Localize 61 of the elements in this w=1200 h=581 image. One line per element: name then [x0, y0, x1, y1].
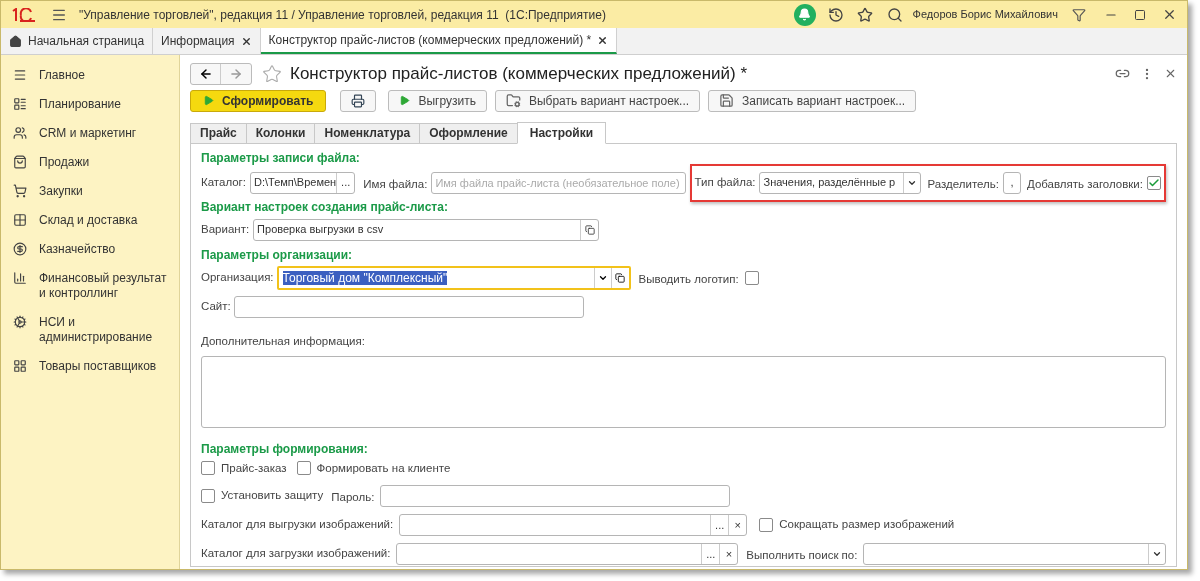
field-label: Вариант:: [201, 221, 250, 237]
sidebar-item[interactable]: Главное: [1, 61, 179, 90]
window-tab[interactable]: Информация: [153, 28, 261, 54]
form-tab[interactable]: Номенклатура: [314, 122, 421, 144]
clear-button[interactable]: ×: [719, 543, 738, 564]
form-tab[interactable]: Настройки: [516, 121, 607, 144]
sidebar-item[interactable]: Закупки: [1, 177, 179, 206]
path-field[interactable]: ... ×: [399, 513, 748, 536]
field-label: Разделитель:: [927, 177, 999, 190]
field-label: Имя файла:: [363, 177, 428, 190]
window-title: "Управление торговлей", редакция 11 / Управление торговлей, редакция 11 (1С:Предприятие): [79, 6, 606, 24]
form-tab[interactable]: Оформление: [419, 122, 518, 144]
field-label: Каталог:: [201, 174, 246, 190]
field-label: Тип файла:: [694, 174, 756, 190]
window-tab[interactable]: Конструктор прайс-листов (коммерческих предложений) *: [260, 28, 618, 54]
section-heading: Параметры организации:: [201, 246, 354, 263]
field-label: Организация:: [201, 269, 274, 285]
sidebar-item[interactable]: Продажи: [1, 148, 179, 177]
sidebar-item[interactable]: Планирование: [1, 90, 179, 119]
toolbar-button[interactable]: Записать вариант настроек...: [708, 89, 917, 112]
section-heading: Параметры формирования:: [201, 440, 369, 457]
field-label: Формировать на клиенте: [316, 460, 451, 476]
browse-button[interactable]: ...: [710, 514, 729, 535]
section-heading: Параметры записи файла:: [201, 149, 361, 166]
field-label: Выводить логотип:: [638, 272, 739, 285]
sidebar-item[interactable]: CRM и маркетинг: [1, 119, 179, 148]
sidebar-item[interactable]: НСИ и администрирование: [1, 308, 179, 352]
sidebar-item[interactable]: Товары поставщиков: [1, 352, 179, 381]
form-title: Конструктор прайс-листов (коммерческих предложений) *: [290, 63, 747, 85]
field-label: Дополнительная информация:: [201, 334, 365, 347]
toolbar-button[interactable]: Выгрузить: [388, 89, 487, 112]
window-tab[interactable]: Начальная страница: [1, 28, 154, 54]
variant-field[interactable]: Проверка выгрузки в csv: [253, 218, 600, 241]
toolbar-button[interactable]: Сформировать: [190, 89, 327, 112]
organization-field[interactable]: Торговый дом "Комплексный": [276, 265, 631, 290]
form-tab[interactable]: Колонки: [245, 122, 316, 144]
separator-field[interactable]: ,: [1002, 171, 1021, 194]
sidebar-item[interactable]: Финансовый результат и контроллинг: [1, 264, 179, 308]
catalog-field[interactable]: D:\Темп\Времен ...: [250, 171, 356, 194]
file-type-dropdown[interactable]: Значения, разделённые р: [759, 171, 922, 194]
catalog-value: D:\Темп\Времен: [253, 175, 337, 191]
field-label: Выполнить поиск по:: [746, 548, 858, 561]
field-label: Сайт:: [201, 298, 231, 314]
sidebar-item[interactable]: Казначейство: [1, 235, 179, 264]
toolbar-button[interactable]: Выбрать вариант настроек...: [494, 89, 701, 112]
field-label: Установить защиту: [221, 488, 324, 504]
field-label: Пароль:: [331, 490, 375, 503]
sidebar-item[interactable]: Склад и доставка: [1, 206, 179, 235]
field-label: Добавлять заголовки:: [1026, 177, 1143, 190]
field-label: Сокращать размер изображений: [779, 517, 955, 533]
browse-button[interactable]: ...: [701, 543, 720, 564]
path-field[interactable]: ... ×: [396, 542, 739, 565]
field-label: Прайс-заказ: [221, 460, 287, 476]
filename-field[interactable]: Имя файла прайс-листа (необязательное поле): [431, 171, 686, 194]
clear-button[interactable]: ×: [728, 514, 747, 535]
field-label: Каталог для загрузки изображений:: [201, 546, 391, 562]
form-tab[interactable]: Прайс: [190, 122, 247, 144]
field-label: Каталог для выгрузки изображений:: [201, 517, 394, 533]
section-heading: Вариант настроек создания прайс-листа:: [201, 198, 449, 215]
user-name[interactable]: Федоров Борис Михайлович: [912, 6, 1058, 23]
browse-button[interactable]: ...: [336, 172, 355, 193]
